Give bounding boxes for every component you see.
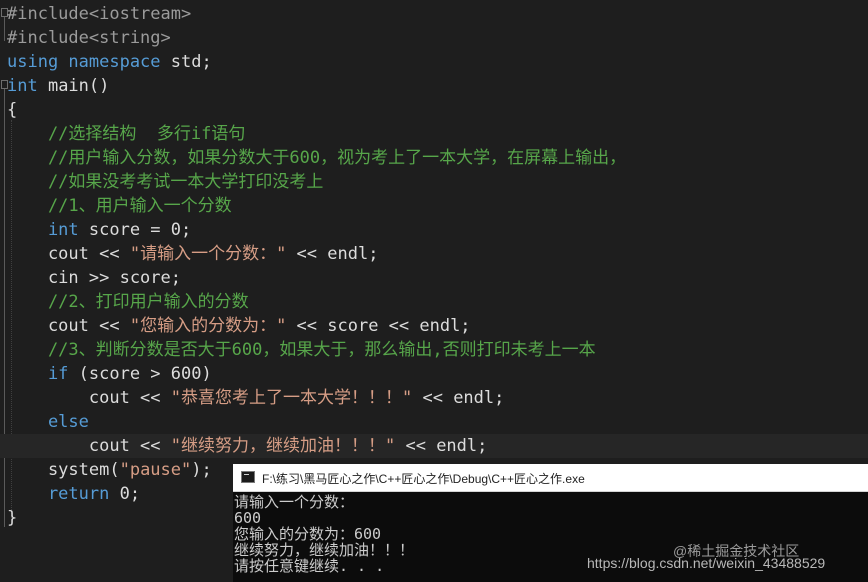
- code-line[interactable]: if (score > 600): [0, 362, 212, 386]
- code-token: //选择结构 多行if语句: [7, 124, 246, 144]
- console-output-line: 请输入一个分数：: [234, 493, 355, 511]
- watermark-csdn-url: https://blog.csdn.net/weixin_43488529: [587, 555, 826, 571]
- code-token: "您输入的分数为：": [129, 316, 287, 336]
- code-line[interactable]: #include<iostream>: [0, 2, 191, 26]
- code-line[interactable]: //2、打印用户输入的分数: [0, 290, 249, 314]
- console-output-line: 请按任意键继续. . .: [234, 557, 385, 575]
- code-token: (score > 600): [68, 364, 212, 384]
- code-line[interactable]: {: [0, 98, 17, 122]
- code-token: cout <<: [7, 244, 130, 264]
- code-token: "恭喜您考上了一本大学！！！": [170, 388, 413, 408]
- code-line[interactable]: //1、用户输入一个分数: [0, 194, 232, 218]
- code-line[interactable]: system("pause");: [0, 458, 212, 482]
- code-line[interactable]: //3、判断分数是否大于600，如果大于，那么输出,否则打印未考上一本: [0, 338, 596, 362]
- code-line[interactable]: //用户输入分数，如果分数大于600，视为考上了一本大学，在屏幕上输出，: [0, 146, 626, 170]
- code-token: cout <<: [7, 316, 130, 336]
- console-titlebar[interactable]: F:\练习\黑马匠心之作\C++匠心之作\Debug\C++匠心之作.exe: [233, 464, 868, 492]
- code-line[interactable]: cin >> score;: [0, 266, 181, 290]
- code-line[interactable]: //如果没考考试一本大学打印没考上: [0, 170, 323, 194]
- code-token: cin >> score;: [7, 268, 181, 288]
- code-line[interactable]: #include<string>: [0, 26, 171, 50]
- code-line[interactable]: cout << "继续努力，继续加油！！！" << endl;: [0, 434, 868, 458]
- code-token: //1、用户输入一个分数: [7, 196, 232, 216]
- code-token: }: [7, 508, 18, 528]
- code-token: "请输入一个分数：": [129, 244, 287, 264]
- code-token: //如果没考考试一本大学打印没考上: [7, 172, 324, 192]
- code-token: cout <<: [7, 388, 171, 408]
- code-token: << endl;: [286, 244, 379, 264]
- code-token: return: [7, 484, 110, 504]
- code-line[interactable]: //选择结构 多行if语句: [0, 122, 245, 146]
- code-token: #include<string>: [7, 28, 171, 48]
- console-output-line: 继续努力，继续加油！！！: [234, 541, 415, 559]
- code-token: );: [191, 460, 212, 480]
- code-token: << endl;: [395, 436, 488, 456]
- code-token: {: [7, 100, 18, 120]
- code-line[interactable]: else: [0, 410, 89, 434]
- code-token: cout <<: [7, 436, 171, 456]
- code-line[interactable]: using namespace std;: [0, 50, 212, 74]
- console-output-line: 600: [234, 509, 262, 527]
- code-token: int: [7, 220, 79, 240]
- code-token: std;: [160, 52, 212, 72]
- code-token: using namespace: [7, 52, 161, 72]
- code-token: "pause": [119, 460, 192, 480]
- code-line[interactable]: int score = 0;: [0, 218, 191, 242]
- code-token: //3、判断分数是否大于600，如果大于，那么输出,否则打印未考上一本: [7, 340, 596, 360]
- code-line[interactable]: }: [0, 506, 17, 530]
- code-line[interactable]: cout << "您输入的分数为：" << score << endl;: [0, 314, 471, 338]
- code-token: score = 0;: [78, 220, 192, 240]
- code-token: #include<iostream>: [7, 4, 192, 24]
- code-token: if: [7, 364, 69, 384]
- code-line[interactable]: cout << "请输入一个分数：" << endl;: [0, 242, 379, 266]
- code-line[interactable]: cout << "恭喜您考上了一本大学！！！" << endl;: [0, 386, 505, 410]
- code-token: "继续努力，继续加油！！！": [170, 436, 396, 456]
- console-output-line: 您输入的分数为：600: [234, 525, 382, 543]
- code-token: << score << endl;: [286, 316, 471, 336]
- code-line[interactable]: return 0;: [0, 482, 140, 506]
- code-token: << endl;: [412, 388, 505, 408]
- code-token: 0;: [109, 484, 141, 504]
- code-token: //用户输入分数，如果分数大于600，视为考上了一本大学，在屏幕上输出，: [7, 148, 627, 168]
- code-token: main(): [37, 76, 110, 96]
- code-line[interactable]: int main(): [0, 74, 109, 98]
- code-token: //2、打印用户输入的分数: [7, 292, 249, 312]
- code-token: else: [7, 412, 89, 432]
- code-token: system(: [7, 460, 120, 480]
- console-title: F:\练习\黑马匠心之作\C++匠心之作\Debug\C++匠心之作.exe: [262, 472, 585, 486]
- code-token: int: [7, 76, 38, 96]
- console-app-icon: [241, 471, 255, 483]
